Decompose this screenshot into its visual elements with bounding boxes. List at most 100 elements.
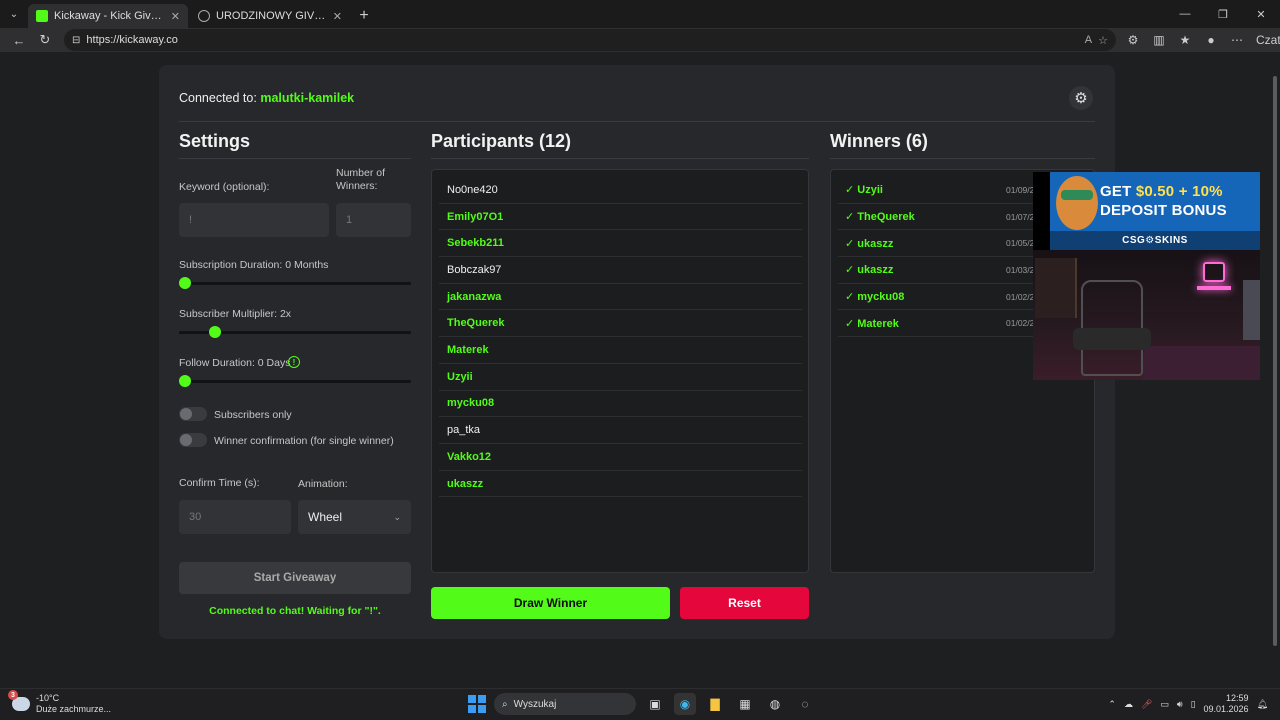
ad-bonus-amount: $0.50 + 10%	[1135, 183, 1223, 200]
slider-thumb[interactable]	[209, 326, 222, 338]
date: 09.01.2026	[1203, 704, 1249, 714]
notifications-icon[interactable]: 🔔︎	[1257, 699, 1268, 710]
translate-icon[interactable]: A	[1085, 34, 1092, 46]
connected-prefix: Connected to:	[179, 91, 257, 105]
url-field[interactable]: ⊟ https://kickaway.co A ☆	[64, 29, 1116, 51]
favorites-icon[interactable]: ★	[1174, 33, 1196, 47]
ad-line1: GET	[1100, 183, 1136, 200]
tab-giveaway[interactable]: URODZINOWY GIVEAWAY KAMILKA ✕	[190, 4, 350, 28]
info-icon[interactable]: !	[288, 356, 300, 368]
window-light-image	[1243, 280, 1260, 340]
settings-gear-button[interactable]: ⚙	[1069, 86, 1093, 110]
draw-winner-button[interactable]: Draw Winner	[431, 587, 670, 619]
participant-row: ukaszz	[439, 471, 802, 498]
weather-widget[interactable]: 3 -10°C Duże zachmurze...	[8, 690, 112, 715]
store-icon[interactable]: ▦	[734, 693, 756, 715]
copilot-label: Czat	[1256, 33, 1280, 47]
stream-overlay: GET $0.50 + 10% DEPOSIT BONUS CSG⚙SKINS	[1033, 172, 1260, 380]
app-icon[interactable]: ◌	[794, 693, 816, 715]
extensions-icon[interactable]: ⚙	[1122, 33, 1144, 47]
winner-name: ✓ ukaszz	[845, 264, 894, 277]
browser-tab-bar: ⌄ Kickaway - Kick Giveaway Tool ✕ URODZI…	[0, 0, 1280, 28]
winner-name: ✓ Materek	[845, 317, 899, 330]
tab-title: Kickaway - Kick Giveaway Tool	[54, 10, 165, 22]
csgoskins-ad-banner[interactable]: GET $0.50 + 10% DEPOSIT BONUS CSG⚙SKINS	[1050, 172, 1260, 250]
site-info-icon[interactable]: ⊟	[72, 35, 80, 46]
close-window-icon[interactable]: ✕	[1242, 0, 1280, 28]
page-scrollbar[interactable]	[1272, 58, 1278, 678]
gear-icon: ⚙	[1074, 90, 1088, 107]
divider	[179, 121, 1095, 122]
participant-row: Materek	[439, 337, 802, 364]
subscribers-only-toggle[interactable]	[179, 407, 207, 421]
winners-count-input[interactable]: 1	[336, 203, 411, 237]
neon-light-image	[1197, 286, 1231, 290]
profile-avatar[interactable]: ●	[1200, 33, 1222, 47]
subscribers-only-label: Subscribers only	[214, 409, 292, 421]
microphone-icon[interactable]: 🎤︎	[1141, 699, 1152, 710]
winner-date: 01/02/2	[1006, 291, 1035, 302]
winner-name: ✓ ukaszz	[845, 237, 894, 250]
file-explorer-icon[interactable]: ▇	[704, 693, 726, 715]
windows-start-icon[interactable]	[468, 695, 486, 713]
cloud-icon[interactable]: ☁	[1124, 699, 1133, 710]
giveaway-panel: Connected to: malutki-kamilek ⚙ Settings…	[159, 65, 1115, 639]
participants-list: No0ne420 Emily07O1 Sebekb211 Bobczak97 jakan…	[431, 169, 809, 573]
tab-actions-menu-icon[interactable]: ⌄	[0, 0, 28, 28]
time: 12:59	[1226, 693, 1249, 703]
steam-icon[interactable]: ◍	[764, 693, 786, 715]
follow-duration-slider[interactable]	[179, 375, 411, 387]
confirm-time-input[interactable]: 30	[179, 500, 291, 534]
chevron-up-icon[interactable]: ⌃	[1108, 699, 1116, 710]
participant-row: mycku08	[439, 391, 802, 418]
chair-seat-image	[1073, 328, 1151, 350]
winner-name: ✓ TheQuerek	[845, 211, 915, 224]
globe-icon	[198, 10, 210, 22]
winner-name: ✓ mycku08	[845, 291, 905, 304]
participant-row: Vakko12	[439, 444, 802, 471]
winner-confirmation-toggle[interactable]	[179, 433, 207, 447]
start-giveaway-button[interactable]: Start Giveaway	[179, 562, 411, 594]
winners-title: Winners (6)	[830, 131, 928, 151]
sub-duration-slider[interactable]	[179, 277, 411, 289]
reload-icon[interactable]: ↻	[32, 32, 58, 48]
tab-kickaway[interactable]: Kickaway - Kick Giveaway Tool ✕	[28, 4, 188, 28]
favorite-star-icon[interactable]: ☆	[1098, 34, 1108, 47]
participant-row: Emily07O1	[439, 204, 802, 231]
slider-thumb[interactable]	[179, 375, 191, 387]
ad-brand: CSG⚙SKINS	[1050, 231, 1260, 250]
minimize-icon[interactable]: —	[1166, 0, 1204, 28]
new-tab-button[interactable]: +	[352, 4, 376, 28]
task-view-icon[interactable]: ▣	[644, 693, 666, 715]
search-placeholder: Wyszukaj	[513, 698, 557, 710]
keyword-input[interactable]: !	[179, 203, 329, 237]
slider-thumb[interactable]	[179, 277, 191, 289]
close-tab-icon[interactable]: ✕	[333, 10, 342, 23]
settings-title: Settings	[179, 131, 251, 151]
copilot-button[interactable]: Czat	[1252, 33, 1280, 47]
volume-icon[interactable]: 🔊︎	[1177, 699, 1183, 710]
address-toolbar: ← ↻ ⊟ https://kickaway.co A ☆ ⚙ ▥ ★ ● ⋯ …	[0, 28, 1280, 52]
divider	[830, 158, 1095, 159]
sub-multiplier-slider[interactable]	[179, 326, 411, 338]
taskbar-search[interactable]: ⌕ Wyszukaj	[494, 693, 636, 715]
animation-select[interactable]: Wheel ⌄	[298, 500, 411, 534]
clock[interactable]: 12:59 09.01.2026	[1204, 693, 1249, 715]
weather-description: Duże zachmurze...	[36, 704, 112, 714]
animation-label: Animation:	[298, 478, 348, 490]
more-menu-icon[interactable]: ⋯	[1226, 33, 1248, 47]
close-tab-icon[interactable]: ✕	[171, 10, 180, 23]
divider	[431, 158, 809, 159]
split-screen-icon[interactable]: ▥	[1148, 33, 1170, 47]
back-icon[interactable]: ←	[6, 33, 32, 48]
follow-duration-label: Follow Duration: 0 Days	[179, 357, 291, 369]
reset-button[interactable]: Reset	[680, 587, 809, 619]
battery-icon[interactable]: ▯	[1191, 699, 1196, 710]
participant-row: pa_tka	[439, 417, 802, 444]
network-icon[interactable]: ▭	[1160, 699, 1169, 710]
connection-status: Connected to: malutki-kamilek	[179, 91, 354, 105]
edge-browser-icon[interactable]: ◉	[674, 693, 696, 715]
ad-line2: DEPOSIT BONUS	[1100, 202, 1227, 219]
maximize-icon[interactable]: ❐	[1204, 0, 1242, 28]
participant-row: Uzyii	[439, 364, 802, 391]
